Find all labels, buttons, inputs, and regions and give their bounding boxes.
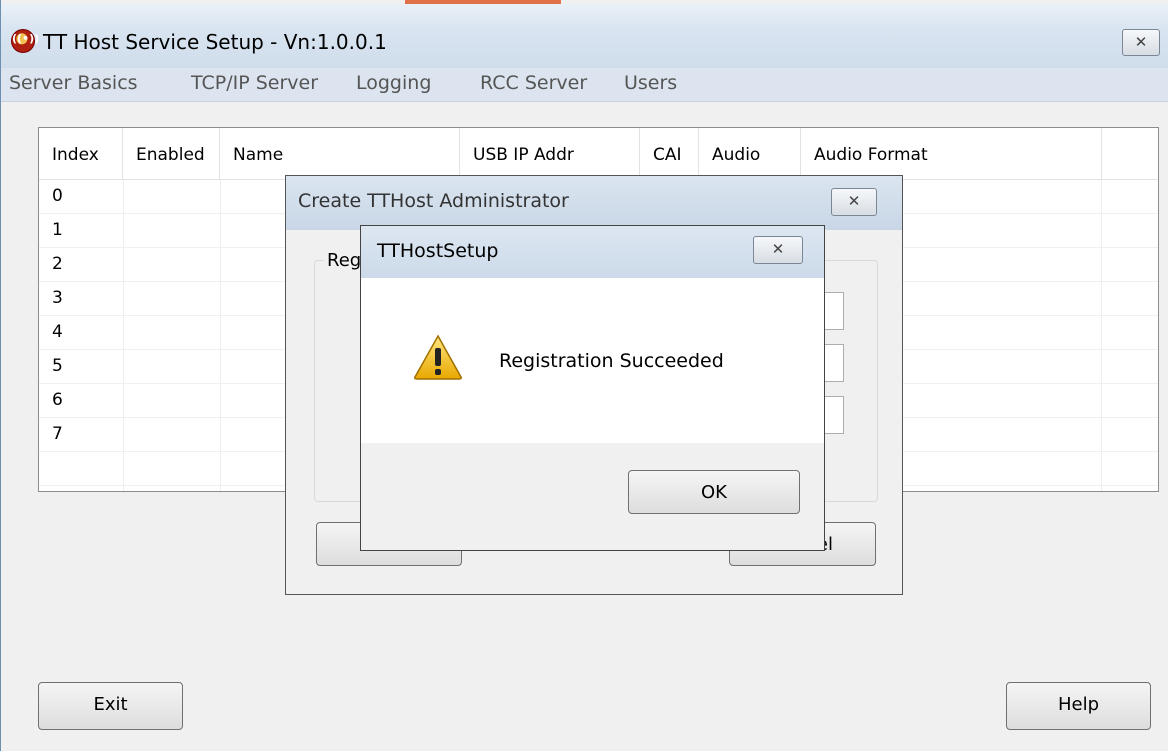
row-index: 6 bbox=[52, 390, 63, 410]
row-index: 7 bbox=[52, 424, 63, 444]
title-bar: ((•)) TT Host Service Setup - Vn:1.0.0.1… bbox=[1, 4, 1168, 70]
menu-logging[interactable]: Logging bbox=[356, 72, 431, 94]
column-header-cai[interactable]: CAI bbox=[640, 128, 699, 180]
message-body: Registration Succeeded bbox=[361, 278, 824, 443]
close-icon[interactable]: ✕ bbox=[1122, 29, 1160, 56]
menu-bar: Server Basics TCP/IP Server Logging RCC … bbox=[1, 68, 1168, 102]
table-header: Index Enabled Name USB IP Addr CAI Audio… bbox=[39, 128, 1158, 180]
column-header-index[interactable]: Index bbox=[39, 128, 123, 180]
column-header-usb-ip-addr[interactable]: USB IP Addr bbox=[460, 128, 640, 180]
column-header-audio-format[interactable]: Audio Format bbox=[801, 128, 1102, 180]
radio-tower-icon: ((•)) bbox=[11, 29, 39, 53]
message-text: Registration Succeeded bbox=[499, 350, 724, 372]
column-header-enabled[interactable]: Enabled bbox=[123, 128, 220, 180]
menu-users[interactable]: Users bbox=[624, 72, 677, 94]
column-header-audio[interactable]: Audio bbox=[699, 128, 801, 180]
dialog-title-bar: Create TTHost Administrator ✕ bbox=[286, 176, 902, 230]
help-button[interactable]: Help bbox=[1006, 682, 1151, 730]
row-index: 4 bbox=[52, 322, 63, 342]
window-title: TT Host Service Setup - Vn:1.0.0.1 bbox=[43, 30, 387, 54]
column-header-name[interactable]: Name bbox=[220, 128, 460, 180]
message-box: TTHostSetup ✕ Registration Succeeded OK bbox=[360, 225, 825, 551]
row-index: 1 bbox=[52, 220, 63, 240]
menu-server-basics[interactable]: Server Basics bbox=[9, 72, 138, 94]
exit-button[interactable]: Exit bbox=[38, 682, 183, 730]
row-index: 5 bbox=[52, 356, 63, 376]
close-icon[interactable]: ✕ bbox=[753, 236, 803, 264]
message-title-bar: TTHostSetup ✕ bbox=[361, 226, 824, 278]
message-title: TTHostSetup bbox=[377, 240, 499, 262]
row-index: 3 bbox=[52, 288, 63, 308]
warning-icon bbox=[413, 334, 463, 385]
menu-tcpip-server[interactable]: TCP/IP Server bbox=[191, 72, 318, 94]
message-ok-button[interactable]: OK bbox=[628, 470, 800, 514]
row-index: 2 bbox=[52, 254, 63, 274]
menu-rcc-server[interactable]: RCC Server bbox=[480, 72, 587, 94]
dialog-title: Create TTHost Administrator bbox=[298, 190, 569, 212]
registration-group-label: Reg bbox=[324, 250, 365, 271]
row-index: 0 bbox=[52, 186, 63, 206]
close-icon[interactable]: ✕ bbox=[831, 188, 877, 216]
